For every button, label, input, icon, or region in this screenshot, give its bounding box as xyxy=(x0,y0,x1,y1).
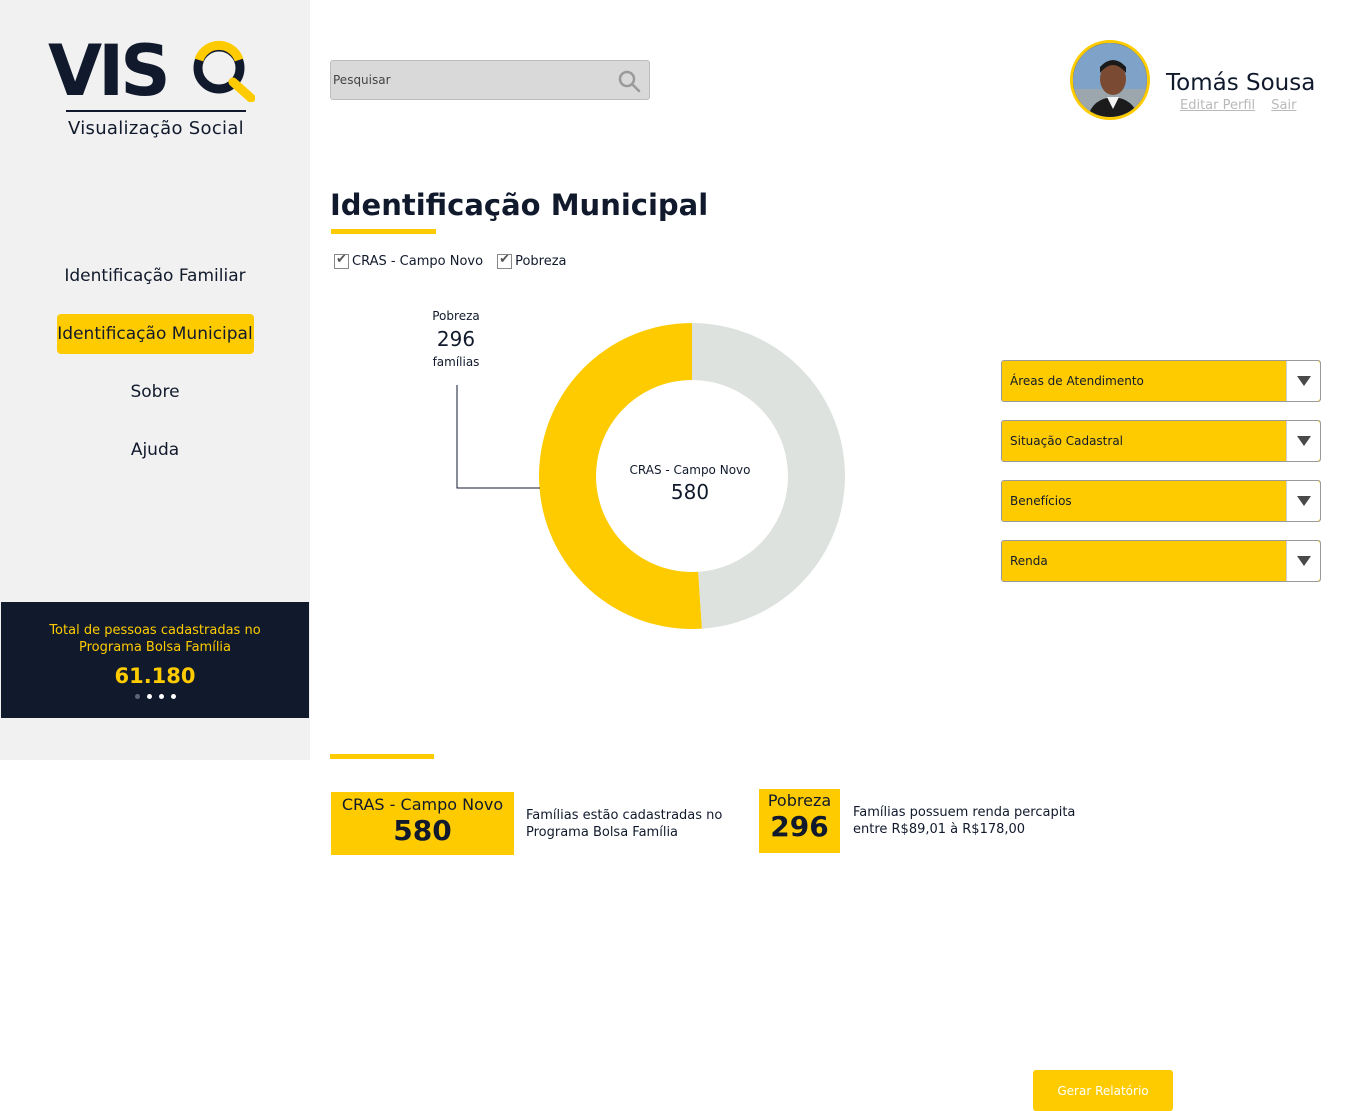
chevron-down-icon[interactable] xyxy=(1286,541,1320,581)
chevron-down-icon[interactable] xyxy=(1286,481,1320,521)
logo-tagline: Visualização Social xyxy=(68,118,244,139)
sidebar-item-sobre[interactable]: Sobre xyxy=(57,372,254,412)
filter-label: Pobreza xyxy=(515,254,567,269)
visq-logo[interactable]: VIS Visualização Social xyxy=(48,36,263,146)
pobreza-checkbox[interactable] xyxy=(497,252,513,269)
dropdown-beneficios[interactable]: Benefícios xyxy=(1001,480,1321,522)
stats-label: Total de pessoas cadastradas no Programa… xyxy=(49,623,261,655)
chevron-down-icon[interactable] xyxy=(1286,361,1320,401)
stats-value: 61.180 xyxy=(114,664,196,688)
callout-label: Pobreza xyxy=(432,309,479,323)
dropdown-label: Áreas de Atendimento xyxy=(1010,374,1144,388)
summary-value: 580 xyxy=(393,814,452,847)
cras-checkbox[interactable] xyxy=(334,252,349,269)
callout-line xyxy=(456,385,540,489)
summary-box: CRAS - Campo Novo 580 xyxy=(331,792,514,855)
search-icon[interactable] xyxy=(617,69,641,93)
user-profile: Tomás Sousa Editar Perfil Sair xyxy=(1070,40,1350,122)
stats-card: Total de pessoas cadastradas no Programa… xyxy=(1,602,309,718)
summary-label: Pobreza xyxy=(767,791,832,810)
avatar[interactable] xyxy=(1070,40,1150,120)
dropdown-label: Situação Cadastral xyxy=(1010,434,1124,448)
chevron-down-icon[interactable] xyxy=(1286,421,1320,461)
sidebar-item-identificacao-familiar[interactable]: Identificação Familiar xyxy=(57,256,254,296)
search-input[interactable] xyxy=(331,61,601,99)
callout-unit: famílias xyxy=(433,355,480,369)
title-underline xyxy=(331,229,436,234)
sidebar-item-ajuda[interactable]: Ajuda xyxy=(57,430,254,470)
carousel-dot[interactable] xyxy=(170,694,176,699)
dropdown-label: Renda xyxy=(1010,554,1048,568)
carousel-dot[interactable] xyxy=(134,694,140,699)
carousel-dot[interactable] xyxy=(158,694,164,699)
summary-description: Famílias possuem renda percapita entre R… xyxy=(853,805,1076,837)
section-divider xyxy=(330,754,434,759)
filter-label: CRAS - Campo Novo xyxy=(352,254,484,269)
donut-chart: Pobreza 296 famílias CRAS - Campo Novo 5… xyxy=(432,309,845,629)
filter-dropdowns: Áreas de Atendimento Situação Cadastral … xyxy=(1001,360,1321,600)
dropdown-renda[interactable]: Renda xyxy=(1001,540,1321,582)
dropdown-label: Benefícios xyxy=(1010,494,1072,508)
filter-cras[interactable]: CRAS - Campo Novo xyxy=(334,252,484,269)
summary-pobreza: Pobreza 296 Famílias possuem renda perca… xyxy=(759,789,1093,853)
sidebar-item-identificacao-municipal[interactable]: Identificação Municipal xyxy=(56,314,254,354)
carousel-dots xyxy=(1,694,309,699)
summary-box: Pobreza 296 xyxy=(759,789,840,853)
profile-links: Editar Perfil Sair xyxy=(1180,98,1308,113)
user-name: Tomás Sousa xyxy=(1166,70,1316,96)
callout-value: 296 xyxy=(437,327,475,351)
logout-link[interactable]: Sair xyxy=(1271,98,1296,113)
page-title: Identificação Municipal xyxy=(330,188,709,222)
generate-report-button[interactable]: Gerar Relatório xyxy=(1033,1070,1173,1111)
donut-center-value: 580 xyxy=(671,480,709,504)
carousel-dot[interactable] xyxy=(146,694,152,699)
sidebar-nav: Identificação Familiar Identificação Mun… xyxy=(0,256,310,488)
search-bar xyxy=(330,60,650,100)
logo-wordmark: VIS xyxy=(48,30,171,112)
sidebar: VIS Visualização Social Identificação Fa… xyxy=(0,0,310,760)
summary-value: 296 xyxy=(770,810,829,843)
magnifier-q-icon xyxy=(193,40,255,102)
donut-center-label: CRAS - Campo Novo xyxy=(630,463,751,477)
edit-profile-link[interactable]: Editar Perfil xyxy=(1180,98,1255,113)
summary-label: CRAS - Campo Novo xyxy=(341,795,504,814)
summary-cras: CRAS - Campo Novo 580 Famílias estão cad… xyxy=(331,792,736,855)
dropdown-situacao-cadastral[interactable]: Situação Cadastral xyxy=(1001,420,1321,462)
dropdown-areas-atendimento[interactable]: Áreas de Atendimento xyxy=(1001,360,1321,402)
filter-checkboxes: CRAS - Campo Novo Pobreza xyxy=(334,252,567,269)
avatar-photo-icon xyxy=(1073,43,1147,117)
summary-description: Famílias estão cadastradas no Programa B… xyxy=(526,807,723,840)
filter-pobreza[interactable]: Pobreza xyxy=(497,252,567,269)
logo-divider xyxy=(66,110,246,112)
